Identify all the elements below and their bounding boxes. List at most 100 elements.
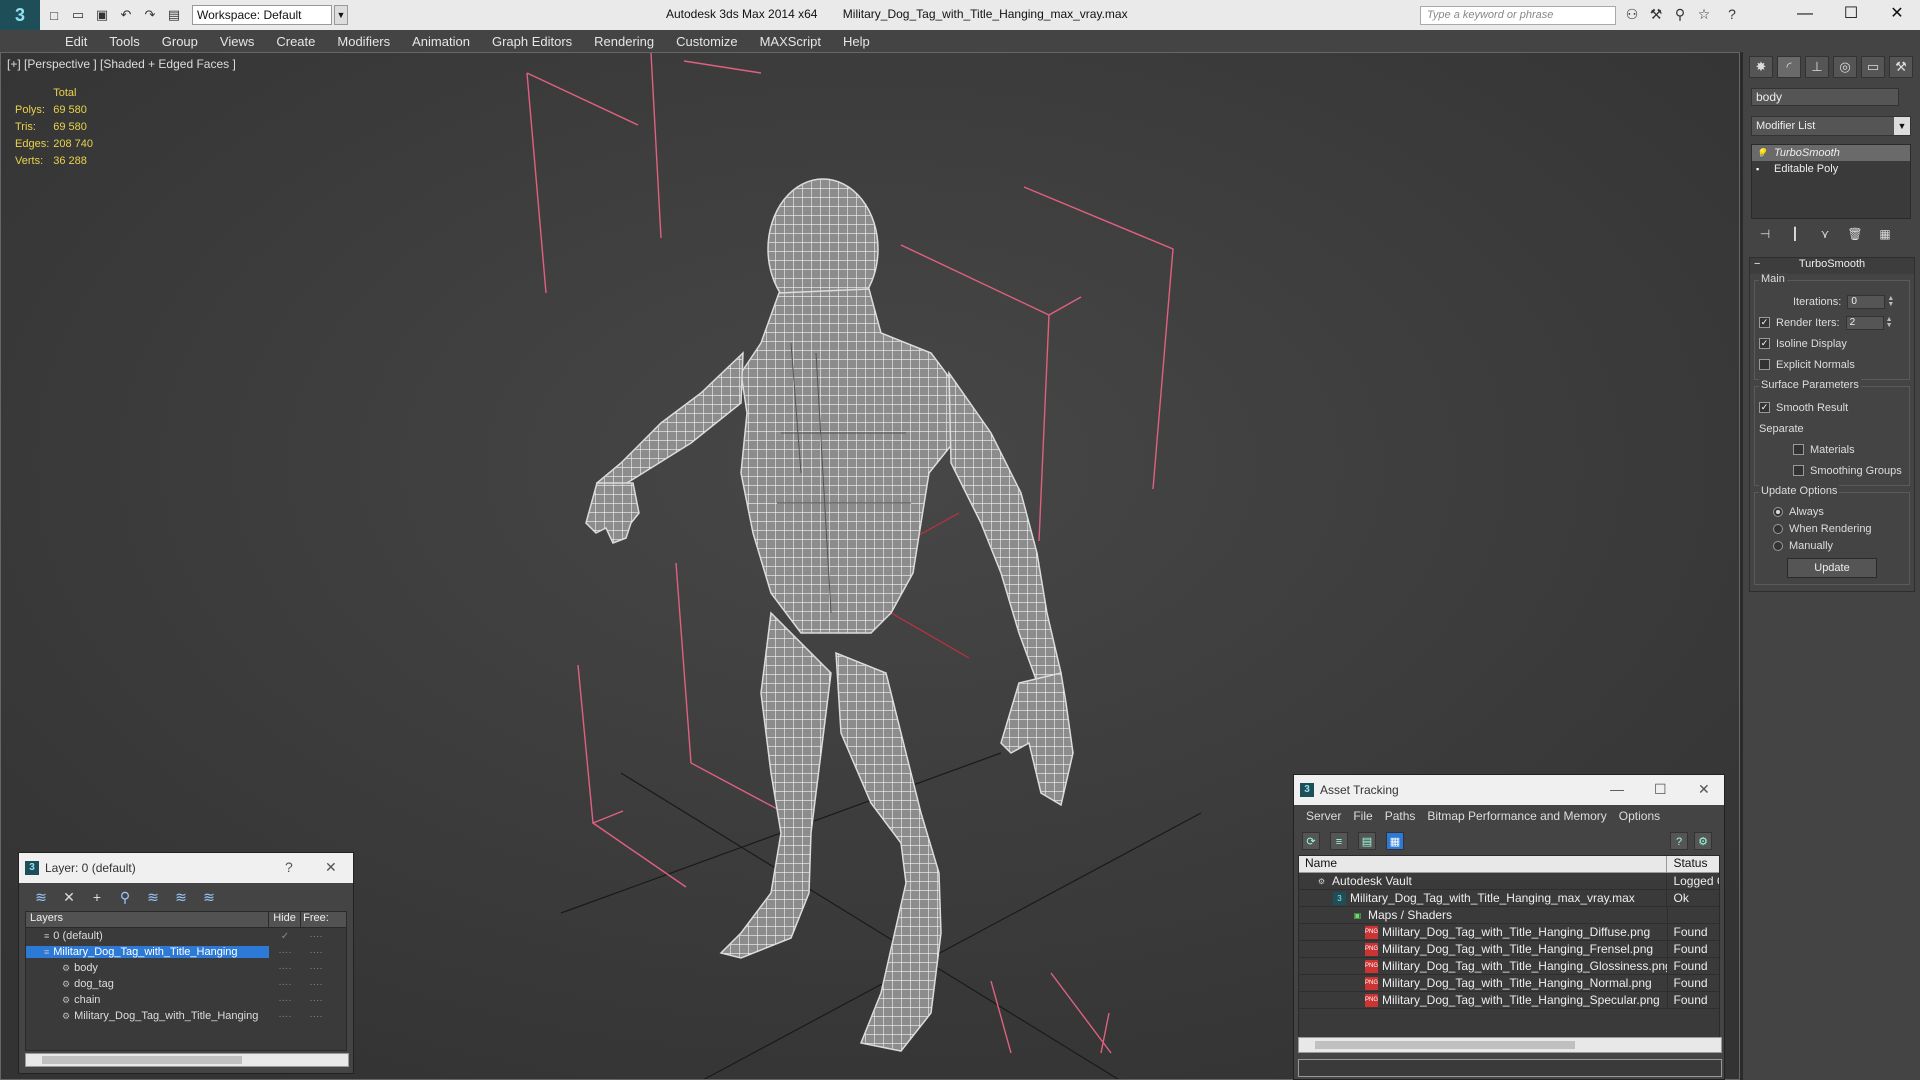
hide-toggle[interactable]: ···· — [269, 963, 301, 974]
hide-toggle[interactable]: ···· — [269, 1011, 301, 1022]
minimize-icon[interactable]: — — [1782, 2, 1828, 28]
iterations-spinner[interactable]: 0 — [1847, 294, 1886, 309]
workspace-dropdown[interactable]: Workspace: Default — [192, 5, 332, 25]
asset-row[interactable]: PNG Military_Dog_Tag_with_Title_Hanging_S… — [1299, 991, 1719, 1009]
column-status[interactable]: Status — [1667, 856, 1719, 872]
pin-stack-icon[interactable]: ⊣ — [1755, 227, 1775, 245]
manually-radio[interactable] — [1773, 540, 1783, 551]
minimize-icon[interactable]: — — [1610, 781, 1624, 797]
close-icon[interactable]: ✕ — [1874, 2, 1920, 28]
menu-rendering[interactable]: Rendering — [583, 34, 665, 49]
collapse-icon[interactable]: − — [1754, 258, 1760, 270]
configure-sets-icon[interactable]: ▦ — [1875, 227, 1895, 245]
freeze-toggle[interactable]: ···· — [301, 963, 331, 974]
star-icon[interactable]: ☆ — [1694, 6, 1714, 24]
dialog-title-bar[interactable]: 3 Layer: 0 (default) ? ✕ — [19, 853, 353, 883]
column-hide[interactable]: Hide — [269, 912, 301, 927]
maximize-icon[interactable]: ☐ — [1654, 781, 1667, 798]
asset-row[interactable]: PNG Military_Dog_Tag_with_Title_Hanging_D… — [1299, 923, 1719, 941]
save-file-icon[interactable]: ▣ — [92, 5, 112, 25]
menu-help[interactable]: Help — [832, 34, 881, 49]
hide-toggle[interactable]: ···· — [269, 947, 301, 958]
explicit-normals-checkbox[interactable] — [1759, 359, 1770, 370]
stack-item-editable-poly[interactable]: ▪ Editable Poly — [1752, 161, 1910, 177]
scrollbar-thumb[interactable] — [1315, 1041, 1575, 1049]
menu-group[interactable]: Group — [151, 34, 209, 49]
layer-row[interactable]: ⚙ chain ···· ···· — [26, 992, 346, 1008]
stack-item-turbosmooth[interactable]: 💡 TurboSmooth — [1752, 145, 1910, 161]
project-folder-icon[interactable]: ▤ — [164, 5, 184, 25]
undo-icon[interactable]: ↶ — [116, 5, 136, 25]
hide-toggle[interactable]: ···· — [269, 995, 301, 1006]
scrollbar-thumb[interactable] — [42, 1056, 242, 1064]
thumbnail-view-icon[interactable]: ▤ — [1358, 832, 1376, 850]
binoculars-icon[interactable]: ⚇ — [1622, 6, 1642, 24]
horizontal-scrollbar[interactable] — [1298, 1037, 1722, 1053]
update-button[interactable]: Update — [1787, 558, 1877, 578]
refresh-icon[interactable]: ⟳ — [1302, 832, 1320, 850]
column-layers[interactable]: Layers — [26, 912, 269, 927]
asset-row[interactable]: PNG Military_Dog_Tag_with_Title_Hanging_F… — [1299, 940, 1719, 958]
hierarchy-tab-icon[interactable]: ⊥ — [1805, 56, 1829, 78]
delete-layer-icon[interactable]: ✕ — [61, 889, 77, 905]
hide-all-icon[interactable]: ≋ — [173, 889, 189, 905]
layer-row[interactable]: ⚙ dog_tag ···· ···· — [26, 976, 346, 992]
isoline-checkbox[interactable]: ✓ — [1759, 338, 1770, 349]
select-objects-icon[interactable]: ⚲ — [117, 889, 133, 905]
column-freeze[interactable]: Free: — [301, 912, 331, 927]
chevron-down-icon[interactable]: ▼ — [334, 5, 348, 25]
highlight-layer-icon[interactable]: ≋ — [145, 889, 161, 905]
maximize-icon[interactable]: ☐ — [1828, 2, 1874, 28]
motion-tab-icon[interactable]: ◎ — [1833, 56, 1857, 78]
help-icon[interactable]: ? — [285, 859, 293, 875]
column-name[interactable]: Name — [1299, 856, 1668, 872]
modify-tab-icon[interactable]: ◜ — [1777, 56, 1801, 78]
menu-server[interactable]: Server — [1300, 809, 1347, 823]
spinner-arrows-icon[interactable]: ▲ ▼ — [1887, 295, 1894, 308]
always-radio[interactable] — [1773, 506, 1783, 517]
display-tab-icon[interactable]: ▭ — [1861, 56, 1885, 78]
smoothing-groups-checkbox[interactable] — [1793, 465, 1804, 476]
current-layer-check-icon[interactable]: ✓ — [269, 931, 301, 942]
menu-create[interactable]: Create — [265, 34, 326, 49]
smooth-result-checkbox[interactable]: ✓ — [1759, 402, 1770, 413]
viewport-label[interactable]: [+] [Perspective ] [Shaded + Edged Faces… — [7, 57, 236, 71]
show-end-result-icon[interactable]: ┃ — [1785, 227, 1805, 245]
materials-checkbox[interactable] — [1793, 444, 1804, 455]
menu-file[interactable]: File — [1347, 809, 1378, 823]
asset-row[interactable]: PNG Military_Dog_Tag_with_Title_Hanging_G… — [1299, 957, 1719, 975]
menu-options[interactable]: Options — [1613, 809, 1666, 823]
spinner-arrows-icon[interactable]: ▲ ▼ — [1886, 316, 1893, 329]
asset-row[interactable]: PNG Military_Dog_Tag_with_Title_Hanging_N… — [1299, 974, 1719, 992]
dialog-title-bar[interactable]: 3 Asset Tracking — ☐ ✕ — [1294, 775, 1724, 805]
layer-row[interactable]: ⚙ Military_Dog_Tag_with_Title_Hanging ···… — [26, 1008, 346, 1024]
lightbulb-icon[interactable]: 💡 — [1756, 148, 1767, 158]
layer-row[interactable]: ≡ 0 (default) ✓ ···· — [26, 928, 346, 944]
freeze-toggle[interactable]: ···· — [301, 979, 331, 990]
horizontal-scrollbar[interactable] — [25, 1053, 349, 1067]
layer-row[interactable]: ≡ Military_Dog_Tag_with_Title_Hanging ···… — [26, 944, 346, 960]
exchange-icon[interactable]: ⚲ — [1670, 6, 1690, 24]
menu-customize[interactable]: Customize — [665, 34, 748, 49]
search-input[interactable]: Type a keyword or phrase — [1420, 6, 1616, 25]
asset-row[interactable]: 3 Military_Dog_Tag_with_Title_Hanging_max… — [1299, 889, 1719, 907]
key-tools-icon[interactable]: ⚒ — [1646, 6, 1666, 24]
layer-row[interactable]: ⚙ body ···· ···· — [26, 960, 346, 976]
rollout-header[interactable]: − TurboSmooth — [1750, 258, 1914, 274]
close-icon[interactable]: ✕ — [1698, 781, 1710, 798]
menu-graph-editors[interactable]: Graph Editors — [481, 34, 583, 49]
menu-tools[interactable]: Tools — [98, 34, 150, 49]
when-rendering-radio[interactable] — [1773, 523, 1783, 534]
modifier-list-dropdown[interactable]: Modifier List ▼ — [1751, 116, 1911, 136]
create-tab-icon[interactable]: ✸ — [1749, 56, 1773, 78]
menu-maxscript[interactable]: MAXScript — [749, 34, 832, 49]
utilities-tab-icon[interactable]: ⚒ — [1889, 56, 1913, 78]
create-layer-icon[interactable]: ≋ — [33, 889, 49, 905]
freeze-toggle[interactable]: ···· — [301, 995, 331, 1006]
table-view-icon[interactable]: ▦ — [1386, 832, 1404, 850]
asset-row[interactable]: ⚙ Autodesk Vault Logged O — [1299, 872, 1719, 890]
expand-plus-icon[interactable]: ▪ — [1756, 164, 1766, 174]
help-icon[interactable]: ? — [1722, 6, 1742, 24]
menu-paths[interactable]: Paths — [1379, 809, 1422, 823]
freeze-toggle[interactable]: ···· — [301, 947, 331, 958]
